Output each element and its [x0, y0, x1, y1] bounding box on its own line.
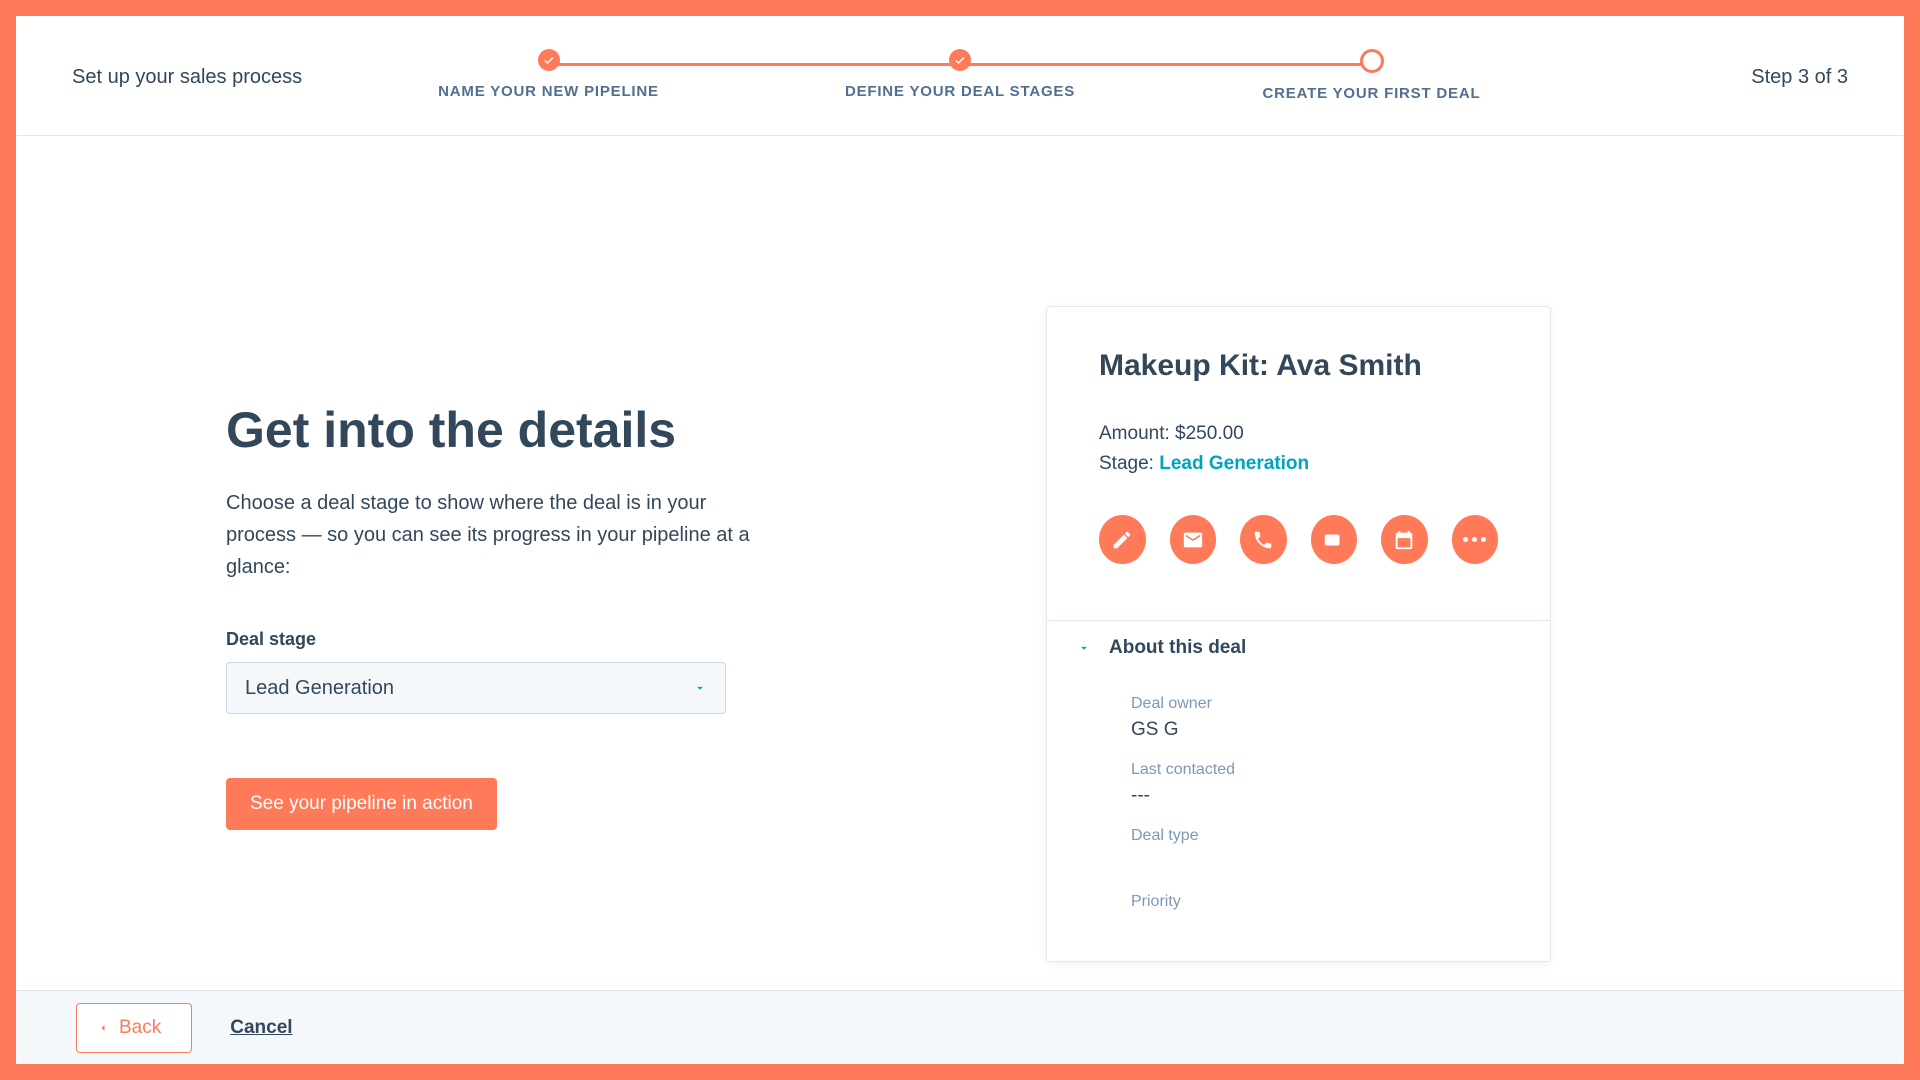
see-pipeline-button[interactable]: See your pipeline in action [226, 778, 497, 830]
deal-preview-card: Makeup Kit: Ava Smith Amount: $250.00 St… [1046, 306, 1551, 962]
deal-stage-value: Lead Generation [245, 677, 394, 700]
video-icon[interactable] [1311, 515, 1358, 564]
cancel-link[interactable]: Cancel [230, 1017, 292, 1039]
wizard-title: Set up your sales process [72, 66, 302, 89]
chevron-down-icon [1077, 641, 1091, 655]
page-subtitle: Choose a deal stage to show where the de… [226, 487, 781, 583]
step-label: DEFINE YOUR DEAL STAGES [833, 83, 1088, 100]
page-title: Get into the details [226, 401, 786, 459]
chevron-left-icon [97, 1021, 109, 1035]
step-label: CREATE YOUR FIRST DEAL [1244, 85, 1499, 102]
deal-amount: Amount: $250.00 [1099, 423, 1498, 445]
deal-owner-value: GS G [1131, 719, 1524, 741]
deal-owner-label: Deal owner [1131, 695, 1524, 713]
deal-title: Makeup Kit: Ava Smith [1099, 349, 1498, 383]
stepper: NAME YOUR NEW PIPELINE DEFINE YOUR DEAL … [421, 49, 1499, 102]
main-scroll[interactable]: Get into the details Choose a deal stage… [16, 136, 1904, 990]
more-icon[interactable] [1452, 515, 1499, 564]
deal-action-row [1099, 515, 1498, 564]
phone-icon[interactable] [1240, 515, 1287, 564]
deal-stage: Stage: Lead Generation [1099, 453, 1498, 475]
email-icon[interactable] [1170, 515, 1217, 564]
deal-type-value [1131, 851, 1524, 873]
about-heading: About this deal [1109, 637, 1246, 659]
step-define-stages[interactable]: DEFINE YOUR DEAL STAGES [833, 49, 1088, 102]
edit-icon[interactable] [1099, 515, 1146, 564]
back-button[interactable]: Back [76, 1003, 192, 1053]
priority-label: Priority [1131, 893, 1524, 911]
check-icon [538, 49, 560, 71]
last-contacted-value: --- [1131, 785, 1524, 807]
step-name-pipeline[interactable]: NAME YOUR NEW PIPELINE [421, 49, 676, 102]
step-create-deal[interactable]: CREATE YOUR FIRST DEAL [1244, 49, 1499, 102]
current-step-icon [1360, 49, 1384, 73]
last-contacted-label: Last contacted [1131, 761, 1524, 779]
step-label: NAME YOUR NEW PIPELINE [421, 83, 676, 100]
about-this-deal-toggle[interactable]: About this deal [1047, 621, 1550, 659]
calendar-icon[interactable] [1381, 515, 1428, 564]
deal-type-label: Deal type [1131, 827, 1524, 845]
check-icon [949, 49, 971, 71]
wizard-footer: Back Cancel [16, 990, 1904, 1064]
chevron-down-icon [693, 681, 707, 695]
deal-stage-select[interactable]: Lead Generation [226, 662, 726, 714]
step-counter: Step 3 of 3 [1751, 66, 1848, 89]
deal-stage-label: Deal stage [226, 629, 786, 650]
wizard-header: Set up your sales process NAME YOUR NEW … [16, 16, 1904, 136]
